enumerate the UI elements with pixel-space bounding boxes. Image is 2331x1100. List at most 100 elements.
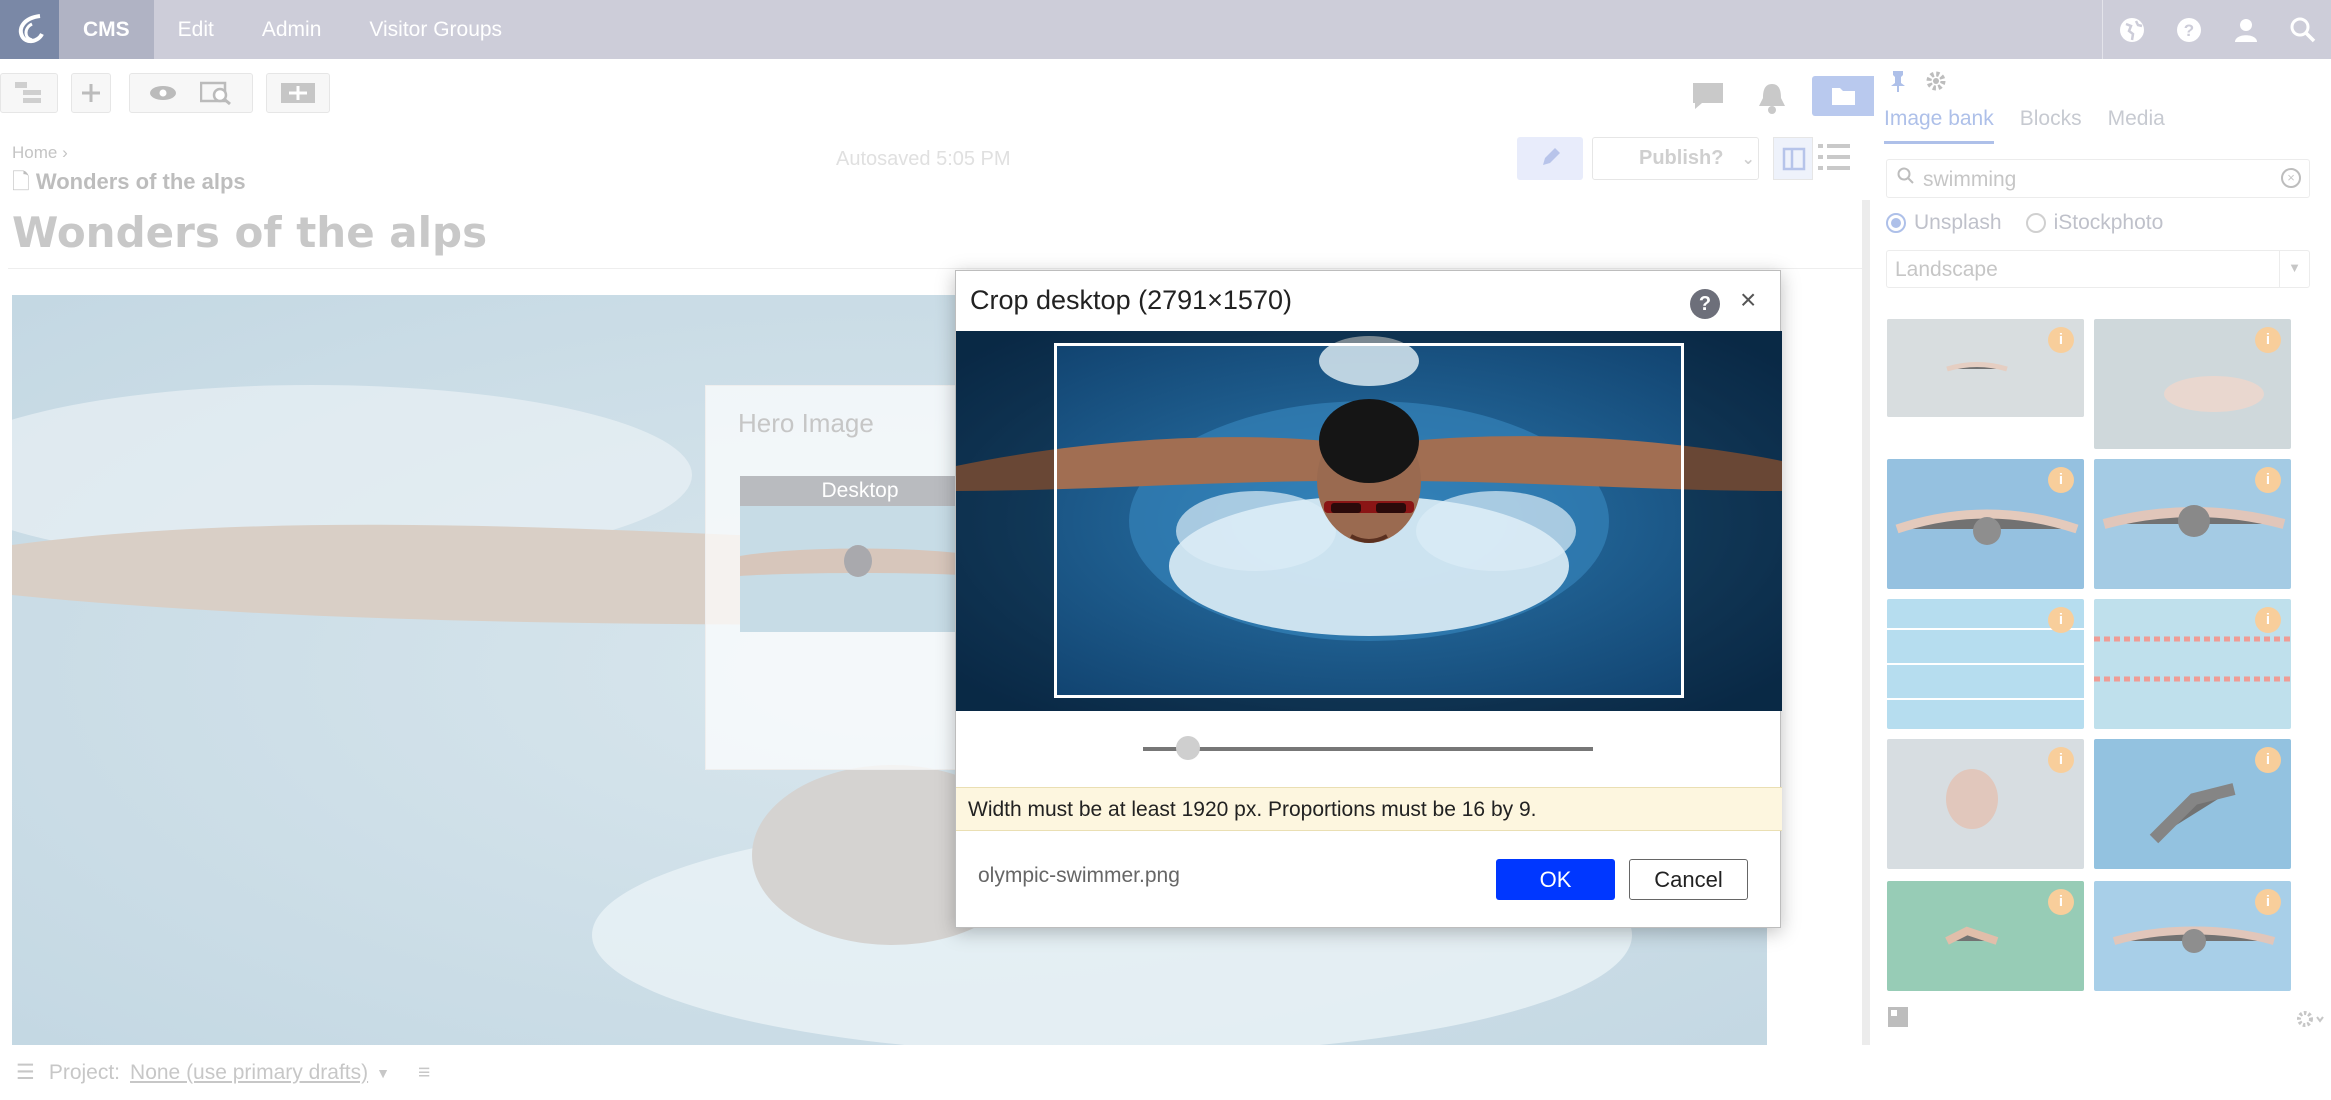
crop-dialog: Crop desktop (2791×1570) ? × Width must … [955,270,1782,928]
publish-button[interactable]: Publish? ⌄ [1592,137,1759,180]
radio-unsplash-label: Unsplash [1914,211,2002,234]
tree-toggle-button[interactable] [0,73,58,113]
info-icon[interactable]: i [2048,327,2074,353]
divider [8,268,1865,269]
preview-button-group[interactable] [129,73,253,113]
info-icon[interactable]: i [2048,607,2074,633]
list-view-icon[interactable] [1818,142,1852,177]
image-result[interactable]: i [2094,599,2291,729]
crop-warning: Width must be at least 1920 px. Proporti… [956,787,1782,831]
settings-icon[interactable] [1924,69,1948,98]
image-result[interactable]: i [1887,319,2084,417]
crop-image-area[interactable] [956,331,1782,711]
search-icon[interactable] [2274,0,2331,59]
cancel-button[interactable]: Cancel [1629,859,1748,900]
image-result[interactable]: i [1887,459,2084,589]
pin-icon[interactable] [1888,69,1908,98]
nav-visitor-groups[interactable]: Visitor Groups [345,0,526,59]
orientation-select[interactable]: Landscape ▼ [1886,250,2310,288]
info-icon[interactable]: i [2255,607,2281,633]
page-name-label: Wonders of the alps [35,169,246,194]
top-right-tools: ? [2102,0,2331,59]
image-result[interactable]: i [2094,739,2291,869]
search-value: swimming [1923,168,2017,191]
project-icon: ☰ [16,1061,35,1084]
publish-label: Publish? [1639,147,1724,169]
menu-icon[interactable]: ≡ [418,1061,430,1085]
info-icon[interactable]: i [2255,467,2281,493]
radio-unsplash[interactable] [1886,213,1906,233]
add-icon[interactable] [71,73,111,113]
info-icon[interactable]: i [2255,747,2281,773]
preview-icon [200,81,231,105]
nav-admin[interactable]: Admin [238,0,346,59]
page-title[interactable]: Wonders of the alps [12,208,487,257]
layout-view-button[interactable] [1773,137,1813,180]
hero-panel-title: Hero Image [738,408,874,438]
image-result[interactable]: i [2094,319,2291,449]
crop-selection[interactable] [1054,343,1684,698]
project-select[interactable]: None (use primary drafts) [130,1061,368,1085]
dialog-title: Crop desktop (2791×1570) [970,285,1292,315]
chevron-down-icon: ▼ [2279,251,2309,287]
logo-icon[interactable] [0,0,59,59]
desktop-thumbnail[interactable] [740,506,980,632]
image-result[interactable]: i [2094,881,2291,991]
source-radios: Unsplash iStockphoto [1886,211,2163,235]
notification-icon[interactable] [1757,82,1787,119]
info-icon[interactable]: i [2048,467,2074,493]
info-icon[interactable]: i [2048,747,2074,773]
tab-blocks[interactable]: Blocks [2020,107,2082,144]
autosave-status: Autosaved 5:05 PM [836,148,1011,170]
info-icon[interactable]: i [2255,889,2281,915]
eye-icon [150,86,176,100]
desktop-tab[interactable]: Desktop [740,476,980,506]
help-icon[interactable]: ? [1690,289,1720,319]
block-icon[interactable] [1888,1007,1910,1034]
editor-toolbar [0,59,1874,133]
hero-image-panel: Hero Image Desktop [705,385,980,770]
close-icon[interactable]: × [1740,284,1756,316]
info-icon[interactable]: i [2048,889,2074,915]
caret-down-icon: ▼ [376,1064,390,1081]
page-name: 🗋 Wonders of the alps [12,165,246,203]
user-icon[interactable] [2217,0,2274,59]
compare-icon[interactable] [266,73,330,113]
assets-panel: Image bank Blocks Media swimming × Unspl… [1874,59,2331,1100]
project-label: Project: [48,1060,121,1084]
vertical-scrollbar[interactable] [1862,200,1870,1045]
clear-icon[interactable]: × [2281,168,2301,188]
breadcrumb[interactable]: Home › [12,143,68,163]
assets-tabs: Image bank Blocks Media [1884,107,2191,144]
image-result[interactable]: i [1887,599,2084,729]
assets-pane-toggle[interactable] [1812,76,1874,116]
nav-cms[interactable]: CMS [59,0,154,59]
radio-istockphoto-label: iStockphoto [2053,211,2164,234]
radio-istockphoto[interactable] [2025,213,2046,233]
tab-image-bank[interactable]: Image bank [1884,107,1994,144]
image-search-input[interactable]: swimming × [1886,159,2310,198]
file-name: olympic-swimmer.png [978,864,1180,887]
image-result[interactable]: i [1887,739,2084,869]
info-icon[interactable]: i [2255,327,2281,353]
svg-text:?: ? [2183,21,2193,40]
page-icon: 🗋 [12,169,30,194]
help-icon[interactable]: ? [2160,0,2217,59]
top-navigation: CMS Edit Admin Visitor Groups ? [0,0,2331,59]
edit-mode-button[interactable] [1517,137,1583,180]
chevron-down-icon: ⌄ [1741,150,1755,168]
image-result[interactable]: i [1887,881,2084,991]
bottom-bar: ☰ Project: None (use primary drafts) ▼ ≡ [0,1045,1874,1100]
breadcrumb-home[interactable]: Home [12,143,57,162]
search-field-icon [1897,167,1915,191]
globe-icon[interactable] [2103,0,2160,59]
image-result[interactable]: i [2094,459,2291,589]
nav-edit[interactable]: Edit [154,0,238,59]
gear-icon[interactable] [2295,1009,2325,1034]
orientation-value: Landscape [1895,258,1998,281]
comment-icon[interactable] [1692,82,1724,115]
ok-button[interactable]: OK [1496,859,1615,900]
tab-media[interactable]: Media [2108,107,2165,144]
zoom-slider-handle[interactable] [1176,736,1200,760]
zoom-slider-track[interactable] [1143,747,1593,751]
